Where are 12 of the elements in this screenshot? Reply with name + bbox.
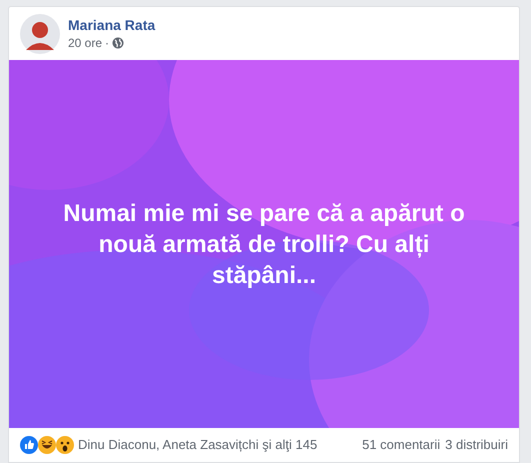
like-icon[interactable]: [20, 436, 38, 454]
laughing-emoji-icon[interactable]: [38, 436, 56, 454]
surprised-emoji-icon[interactable]: [56, 436, 74, 454]
globe-icon: [112, 36, 124, 48]
separator: ·: [105, 34, 110, 52]
author-name[interactable]: Mariana Rata: [68, 16, 156, 34]
comments-count[interactable]: 51 comentarii: [362, 435, 440, 455]
avatar[interactable]: [20, 14, 60, 54]
shares-count[interactable]: 3 distribuiri: [445, 435, 508, 455]
reactions-summary[interactable]: Dinu Diaconu, Aneta Zasavițchi şi alţi 145: [78, 435, 318, 455]
post-text: Numai mie mi se pare că a apărut o nouă armată de trolli? Cu alți stăpâni...: [62, 198, 466, 290]
post-time[interactable]: 20 ore: [68, 34, 102, 52]
